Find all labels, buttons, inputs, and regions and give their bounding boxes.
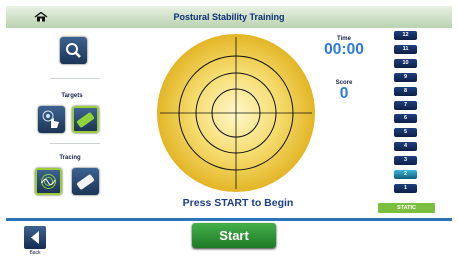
- divider: [50, 78, 100, 79]
- home-icon[interactable]: [34, 12, 48, 22]
- eraser-tracing-icon: [77, 174, 94, 190]
- level-6-button[interactable]: 6: [394, 114, 417, 124]
- zoom-button[interactable]: [60, 37, 87, 64]
- start-prompt: Press START to Begin: [182, 197, 294, 209]
- time-value: 00:00: [324, 41, 364, 58]
- level-4-button[interactable]: 4: [394, 142, 417, 152]
- level-10-button[interactable]: 10: [394, 58, 417, 68]
- level-2-button[interactable]: 2: [394, 170, 417, 179]
- level-3-button[interactable]: 3: [394, 156, 417, 166]
- level-11-button[interactable]: 11: [394, 44, 417, 54]
- level-5-button[interactable]: 5: [394, 128, 417, 138]
- targets-eraser-button[interactable]: [72, 106, 99, 133]
- back-label: Back: [29, 250, 41, 256]
- target-board[interactable]: [156, 33, 316, 193]
- level-1-button[interactable]: 1: [394, 183, 417, 193]
- tracing-path-icon: [41, 174, 56, 189]
- back-button[interactable]: [24, 226, 46, 249]
- tracing-eraser-button[interactable]: [72, 168, 99, 195]
- eraser-target-icon: [77, 112, 94, 128]
- level-12-button[interactable]: 12: [394, 31, 417, 40]
- magnifier-icon: [66, 43, 81, 58]
- level-8-button[interactable]: 8: [394, 86, 417, 96]
- tracing-path-button[interactable]: [35, 168, 62, 195]
- page-title: Postural Stability Training: [173, 12, 285, 22]
- targets-hand-button[interactable]: [38, 106, 65, 133]
- level-7-button[interactable]: 7: [394, 100, 417, 110]
- title-bar: Postural Stability Training: [6, 6, 452, 29]
- back-arrow-icon: [31, 231, 39, 244]
- start-button[interactable]: Start: [192, 223, 276, 248]
- level-9-button[interactable]: 9: [394, 72, 417, 82]
- targets-label: Targets: [61, 93, 83, 99]
- score-value: 0: [339, 85, 349, 102]
- hand-target-icon: [42, 110, 59, 128]
- tracing-label: Tracing: [59, 155, 81, 161]
- divider: [50, 143, 100, 144]
- static-mode-badge[interactable]: STATIC: [378, 203, 435, 213]
